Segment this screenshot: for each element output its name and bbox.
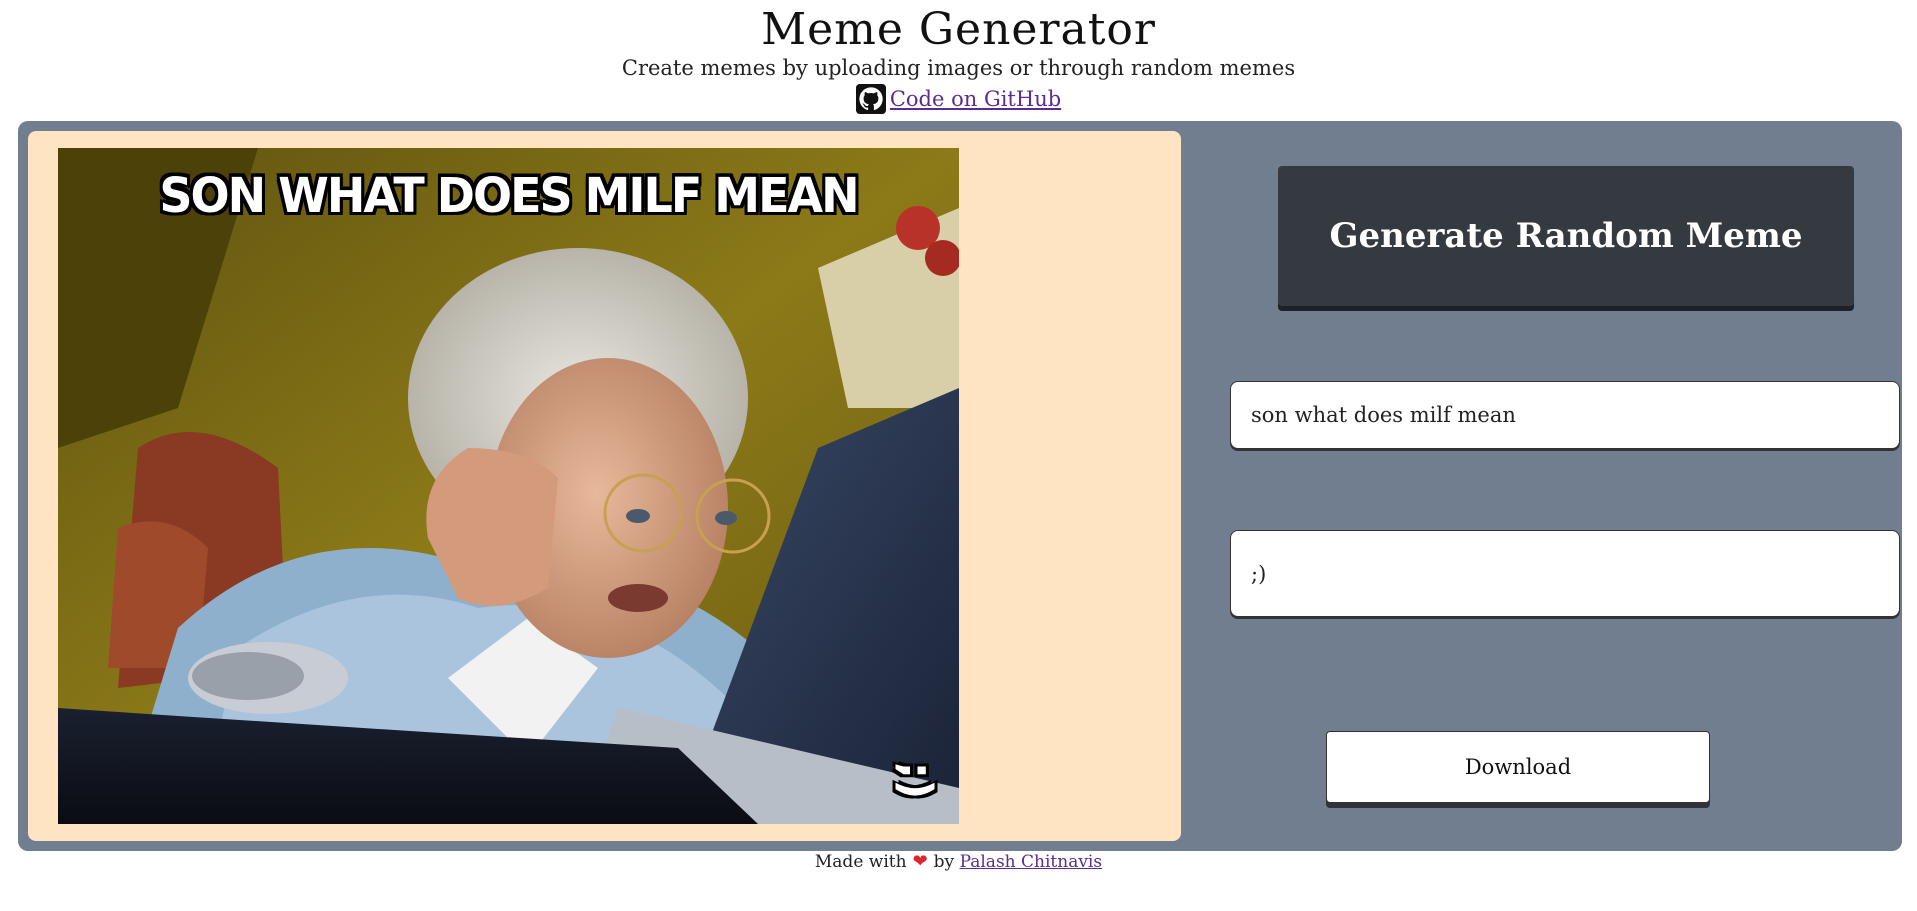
author-link[interactable]: Palash Chitnavis	[960, 852, 1103, 872]
github-link[interactable]: Code on GitHub	[890, 87, 1061, 111]
bottom-text-input[interactable]	[1230, 530, 1900, 617]
meme-photo	[58, 148, 959, 824]
download-button[interactable]: Download	[1326, 731, 1710, 803]
controls-column: Generate Random Meme Download	[1191, 121, 1902, 851]
page-subtitle: Create memes by uploading images or thro…	[621, 56, 1296, 80]
heart-icon: ❤	[912, 851, 928, 872]
meme-canvas-area: SON WHAT DOES MILF MEAN ;)	[28, 131, 1181, 841]
top-text-input[interactable]	[1230, 381, 1900, 449]
page-title: Meme Generator	[761, 4, 1156, 55]
meme-panel: SON WHAT DOES MILF MEAN ;) Generate Rand…	[18, 121, 1902, 851]
generate-random-meme-button[interactable]: Generate Random Meme	[1278, 166, 1854, 306]
footer-by: by	[933, 852, 955, 872]
footer: Made with ❤ by Palash Chitnavis	[0, 851, 1917, 872]
github-link-row: Code on GitHub	[0, 84, 1917, 114]
meme-bottom-text: ;)	[890, 761, 942, 800]
footer-made-with: Made with	[814, 852, 907, 872]
meme-image: SON WHAT DOES MILF MEAN ;)	[58, 148, 959, 824]
github-icon[interactable]	[855, 84, 886, 114]
meme-top-text: SON WHAT DOES MILF MEAN	[159, 166, 859, 224]
